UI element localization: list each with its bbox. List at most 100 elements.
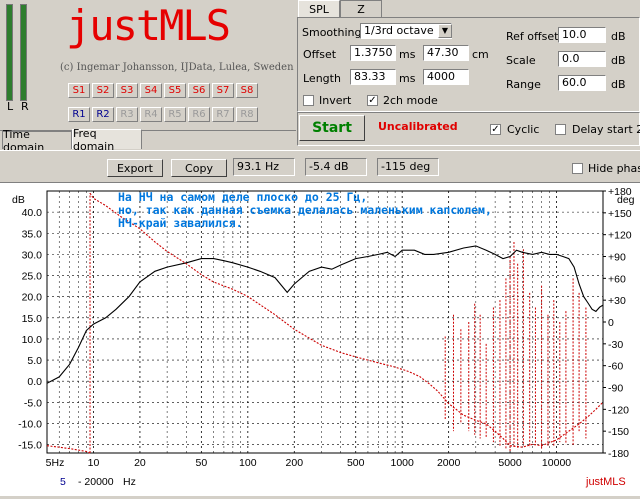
y2-tick-label: +150: [608, 208, 632, 220]
store-button-4[interactable]: S4: [140, 83, 162, 98]
x-tick-label: 100: [239, 457, 257, 469]
scale-field[interactable]: 0.0: [558, 51, 606, 67]
delay-start-label: Delay start 2s: [572, 123, 640, 136]
length-ms-unit: ms: [399, 72, 416, 85]
offset-label: Offset: [303, 48, 337, 61]
frequency-response-chart[interactable]: 40.0 35.0 30.0 25.0 20.0 15.0 10.0 5.0 0.0 -5.0 -1…: [0, 182, 640, 496]
offset-ms-field[interactable]: 1.3750: [350, 45, 396, 61]
y2-tick-label: +60: [608, 273, 626, 285]
tab-spl[interactable]: SPL: [298, 0, 340, 17]
phase-readout: -115 deg: [377, 158, 439, 176]
tab-z[interactable]: Z: [340, 0, 382, 17]
y2-tick-label: +120: [608, 230, 632, 242]
x-tick-label: 5000: [498, 457, 522, 469]
delay-start-checkbox[interactable]: [555, 124, 566, 135]
offset-cm-field[interactable]: 47.30: [423, 45, 469, 61]
chevron-down-icon[interactable]: ▼: [438, 24, 452, 38]
y-tick-label: 0.0: [27, 376, 42, 388]
range-field[interactable]: 60.0: [558, 75, 606, 91]
y-tick-label: 20.0: [22, 292, 43, 304]
x-tick-label: 10: [88, 457, 100, 469]
start-button[interactable]: Start: [299, 115, 365, 141]
frequency-readout: 93.1 Hz: [233, 158, 295, 176]
two-channel-checkbox[interactable]: ✓: [367, 95, 378, 106]
store-button-3[interactable]: S3: [116, 83, 138, 98]
smoothing-value: 1/3rd octave: [364, 24, 434, 37]
y2-tick-label: +30: [608, 295, 626, 307]
range-from-label: 5: [60, 476, 66, 488]
y-tick-label: 5.0: [27, 355, 42, 367]
y2-tick-label: 0: [608, 317, 614, 329]
y-tick-label: -15.0: [18, 440, 42, 452]
left-level-meter: [6, 4, 13, 101]
export-button[interactable]: Export: [107, 159, 163, 177]
y2-tick-label: -30: [608, 339, 623, 351]
ref-offset-field[interactable]: 10.0: [558, 27, 606, 43]
db-readout: -5.4 dB: [305, 158, 367, 176]
y-tick-label: 25.0: [22, 271, 43, 283]
y2-tick-label: -60: [608, 361, 623, 373]
phase-wrap-low-curve: [46, 445, 91, 454]
ref-offset-unit: dB: [611, 30, 626, 43]
y2-tick-label: -90: [608, 383, 623, 395]
y2-axis-label: deg: [617, 194, 635, 206]
y-tick-label: -10.0: [18, 418, 42, 430]
invert-label: Invert: [319, 94, 352, 107]
x-tick-label: 1000: [390, 457, 414, 469]
store-button-6[interactable]: S6: [188, 83, 210, 98]
hide-phase-label: Hide phase: [588, 162, 640, 175]
recall-button-5[interactable]: R5: [164, 107, 186, 122]
magnitude-curve: [46, 245, 604, 384]
cyclic-label: Cyclic: [507, 123, 540, 136]
length-ms-field[interactable]: 83.33: [350, 69, 396, 85]
left-channel-label: L: [7, 100, 14, 113]
range-unit: dB: [611, 78, 626, 91]
x-tick-label: 50: [196, 457, 208, 469]
recall-button-3[interactable]: R3: [116, 107, 138, 122]
right-channel-label: R: [21, 100, 29, 113]
copy-button[interactable]: Copy: [171, 159, 227, 177]
x-tick-label: 5Hz: [46, 457, 65, 469]
range-to-label: - 20000: [78, 476, 114, 488]
tab-time-domain[interactable]: Time domain: [2, 128, 72, 154]
range-unit-label: Hz: [123, 476, 136, 488]
right-level-meter: [20, 4, 27, 101]
range-label: Range: [506, 78, 541, 91]
y2-tick-label: -180: [608, 448, 629, 460]
recall-button-6[interactable]: R6: [188, 107, 210, 122]
y-tick-label: 30.0: [22, 249, 43, 261]
ref-offset-label: Ref offset: [506, 30, 559, 43]
store-button-2[interactable]: S2: [92, 83, 114, 98]
store-button-5[interactable]: S5: [164, 83, 186, 98]
y-tick-label: 35.0: [22, 228, 43, 240]
invert-checkbox[interactable]: [303, 95, 314, 106]
scale-label: Scale: [506, 54, 536, 67]
recall-button-2[interactable]: R2: [92, 107, 114, 122]
chart-svg: 40.0 35.0 30.0 25.0 20.0 15.0 10.0 5.0 0.0 -5.0 -1…: [12, 186, 635, 488]
tab-freq-domain[interactable]: Freq domain: [72, 127, 142, 153]
y-axis-label: dB: [12, 194, 25, 206]
store-button-7[interactable]: S7: [212, 83, 234, 98]
calibration-status: Uncalibrated: [378, 120, 458, 133]
recall-button-8[interactable]: R8: [236, 107, 258, 122]
length-samples-field[interactable]: 4000: [423, 69, 469, 85]
annotation-line: НЧ-край завалился.: [118, 216, 243, 230]
length-label: Length: [303, 72, 341, 85]
store-button-1[interactable]: S1: [68, 83, 90, 98]
annotation-line: На НЧ на самом деле плоско до 25 Гц,: [118, 190, 367, 204]
recall-button-7[interactable]: R7: [212, 107, 234, 122]
y2-tick-label: -120: [608, 404, 629, 416]
cyclic-checkbox[interactable]: ✓: [490, 124, 501, 135]
x-tick-label: 500: [347, 457, 365, 469]
x-tick-label: 200: [286, 457, 304, 469]
store-button-row: S1 S2 S3 S4 S5 S6 S7 S8: [68, 83, 258, 98]
y-tick-label: 10.0: [22, 334, 43, 346]
smoothing-label: Smoothing: [302, 26, 362, 39]
recall-button-1[interactable]: R1: [68, 107, 90, 122]
app-logo: justMLS: [66, 1, 231, 50]
store-button-8[interactable]: S8: [236, 83, 258, 98]
plot-frame: [46, 190, 604, 454]
hide-phase-checkbox[interactable]: [572, 163, 583, 174]
y-tick-label: 40.0: [22, 207, 43, 219]
recall-button-4[interactable]: R4: [140, 107, 162, 122]
